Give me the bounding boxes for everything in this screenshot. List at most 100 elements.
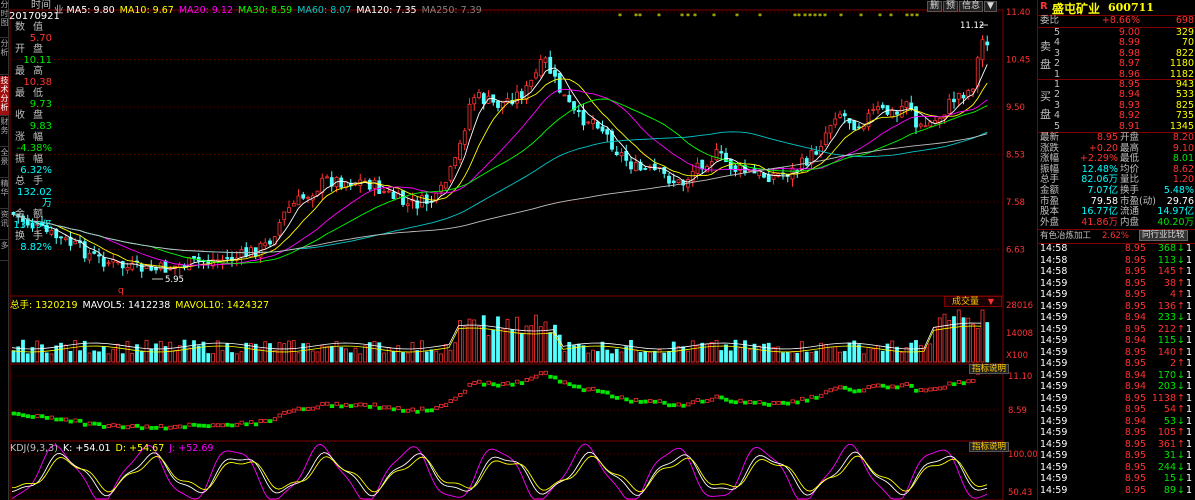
tab-analysis[interactable]: 分析 xyxy=(0,39,9,75)
candle-body xyxy=(320,177,325,193)
volume-bar xyxy=(966,317,971,363)
tab-news[interactable]: 资讯 xyxy=(0,210,9,240)
indicator-mark xyxy=(952,382,957,387)
tick-row: 14:58 8.95 145 ↑ 1 xyxy=(1038,267,1195,277)
info-button[interactable]: 信息 xyxy=(959,1,984,12)
level: 5 xyxy=(1054,120,1061,132)
candle-body xyxy=(282,211,287,221)
indicator-mark xyxy=(82,422,88,427)
candle-body xyxy=(453,157,458,167)
info-label: 金额 xyxy=(15,209,51,220)
quote-label: 金额 xyxy=(1040,185,1060,196)
indicator-help-button[interactable]: 指标说明 xyxy=(969,364,1010,374)
info-value: 6.32% xyxy=(20,165,52,176)
info-label: 总手 xyxy=(15,176,51,187)
volume-bar xyxy=(757,345,762,363)
volume-legend: 总手: 1320219 MAVOL5: 1412238 MAVOL10: 14243… xyxy=(10,297,274,311)
volume-axis-label: X100 xyxy=(1006,351,1028,361)
ma-line xyxy=(13,64,988,270)
volume-bar xyxy=(310,350,315,363)
volume-bar xyxy=(985,322,990,363)
indicator-mark xyxy=(177,424,183,429)
quote-row: 金额 7.07亿 换手 5.48% xyxy=(1038,186,1195,196)
indicator-mark xyxy=(890,384,895,389)
tick-row: 14:59 8.95 244 ↓ 1 xyxy=(1038,462,1195,473)
candle-body xyxy=(253,247,258,257)
volume-bar xyxy=(467,318,472,363)
indicator-select-volume[interactable]: 成交量 ▼ xyxy=(944,296,1002,307)
volume-bar xyxy=(933,327,937,363)
indicator-mark xyxy=(510,382,515,387)
volume-bar xyxy=(21,339,25,363)
candle-body xyxy=(700,159,705,170)
indicator-mark xyxy=(719,395,724,400)
candle-body xyxy=(971,88,975,92)
tick-price: 8.95 xyxy=(1124,358,1146,369)
industry-name[interactable]: 有色冶炼加工 xyxy=(1040,231,1091,241)
arrow-down-icon: ↓ xyxy=(1177,254,1185,266)
indicator-mark xyxy=(572,384,577,389)
indicator-mark xyxy=(814,395,819,400)
indicator-axis-label: 11.10 xyxy=(1008,372,1032,382)
quote-label: 涨幅 xyxy=(1040,153,1060,165)
indicator-mark xyxy=(439,403,444,408)
quote-label: 量比 xyxy=(1120,174,1140,186)
candle-body xyxy=(614,151,619,156)
candle-body xyxy=(206,261,211,264)
candle-body xyxy=(866,112,871,128)
candle-body xyxy=(325,176,329,179)
candle-body xyxy=(244,247,249,257)
tick-count: 1 xyxy=(1186,392,1193,404)
tick-time: 14:59 xyxy=(1040,392,1068,404)
volume-bar xyxy=(462,326,467,363)
kdj-help-button[interactable]: 指标说明 xyxy=(969,442,1010,452)
volume-bar xyxy=(638,352,643,363)
quote-label: 最新 xyxy=(1040,132,1060,143)
candle-body xyxy=(766,174,771,183)
indicator-mark xyxy=(529,376,534,381)
volume-bar xyxy=(282,343,287,363)
candle-body xyxy=(405,203,410,206)
toolbar-menu-button[interactable]: ▼ xyxy=(984,1,997,12)
preview-button[interactable]: 预 xyxy=(943,1,959,12)
candle-body xyxy=(73,241,78,245)
indicator-mark xyxy=(135,423,140,428)
tab-essence[interactable]: 精华 xyxy=(0,179,9,209)
indicator-mark xyxy=(116,423,121,428)
candle-body xyxy=(828,124,833,134)
legend-item: MAVOL5: 1412238 xyxy=(82,300,171,311)
delete-button[interactable]: 删 xyxy=(927,1,943,12)
tab-finance[interactable]: 财务 xyxy=(0,117,9,147)
quote-value: 82.06万 xyxy=(1081,174,1118,186)
candle-body xyxy=(277,222,282,236)
tab-timeshare[interactable]: 分时图 xyxy=(0,0,9,38)
candle-body xyxy=(600,126,605,132)
candle-body xyxy=(619,152,624,157)
indicator-mark xyxy=(586,387,591,392)
kline-chart-area[interactable]: 11.40 10.45 9.50 8.53 7.58 6.63 28016 14008 X100… xyxy=(0,0,1037,500)
indicator-mark xyxy=(543,370,548,375)
sell-label-1: 卖 xyxy=(1040,40,1051,53)
info-label: 涨幅 xyxy=(15,132,51,143)
legend-item: J: +52.69 xyxy=(169,443,214,454)
peer-compare-button[interactable]: 同行业比较 xyxy=(1139,230,1188,241)
indicator-mark xyxy=(971,378,976,383)
indicator-mark xyxy=(63,417,69,422)
candle-body xyxy=(671,180,676,184)
volume-bar xyxy=(344,348,348,363)
tab-panorama[interactable]: 全景 xyxy=(0,148,9,178)
candle-body xyxy=(386,190,391,193)
info-label: 最高 xyxy=(15,66,51,77)
volume-bar xyxy=(315,351,320,363)
candle-body xyxy=(586,121,591,124)
candle-body xyxy=(581,110,586,126)
indicator-mark xyxy=(320,402,325,406)
tab-more[interactable]: 多 xyxy=(0,241,9,261)
kdj-d-line xyxy=(11,455,988,493)
quote-label: 总手 xyxy=(1040,174,1060,186)
indicator-mark xyxy=(467,382,472,387)
candle-body xyxy=(871,109,876,111)
volume-bar xyxy=(154,343,158,363)
tab-technical[interactable]: 技术分析 xyxy=(0,76,9,116)
indicator-mark xyxy=(496,383,501,388)
